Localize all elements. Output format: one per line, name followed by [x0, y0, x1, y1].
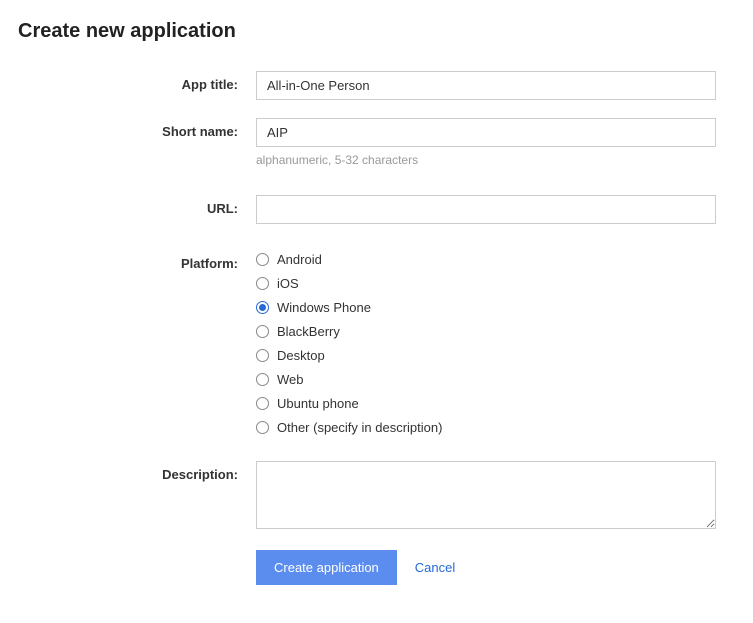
description-label: Description:	[18, 461, 256, 482]
create-application-button[interactable]: Create application	[256, 550, 397, 585]
platform-radio-group: Android iOS Windows Phone BlackBerry Desktop…	[256, 250, 716, 435]
page-title: Create new application	[18, 20, 735, 43]
platform-radio-ios[interactable]: iOS	[256, 276, 716, 291]
platform-radio-label: Android	[277, 252, 322, 267]
platform-radio-label: Ubuntu phone	[277, 396, 359, 411]
platform-radio-android[interactable]: Android	[256, 252, 716, 267]
platform-label: Platform:	[18, 250, 256, 271]
platform-radio-label: Desktop	[277, 348, 325, 363]
radio-icon	[256, 253, 269, 266]
platform-radio-desktop[interactable]: Desktop	[256, 348, 716, 363]
radio-icon	[256, 349, 269, 362]
platform-radio-blackberry[interactable]: BlackBerry	[256, 324, 716, 339]
platform-radio-label: iOS	[277, 276, 299, 291]
platform-radio-label: Windows Phone	[277, 300, 371, 315]
radio-icon	[256, 301, 269, 314]
app-title-label: App title:	[18, 71, 256, 92]
radio-icon	[256, 373, 269, 386]
platform-radio-label: Other (specify in description)	[277, 420, 442, 435]
app-title-input[interactable]	[256, 71, 716, 100]
platform-radio-label: Web	[277, 372, 304, 387]
url-input[interactable]	[256, 195, 716, 224]
radio-dot-icon	[259, 304, 266, 311]
short-name-label: Short name:	[18, 118, 256, 139]
radio-icon	[256, 397, 269, 410]
radio-icon	[256, 421, 269, 434]
radio-icon	[256, 325, 269, 338]
description-textarea[interactable]	[256, 461, 716, 529]
short-name-input[interactable]	[256, 118, 716, 147]
platform-radio-ubuntu-phone[interactable]: Ubuntu phone	[256, 396, 716, 411]
platform-radio-web[interactable]: Web	[256, 372, 716, 387]
cancel-link[interactable]: Cancel	[415, 560, 455, 575]
platform-radio-windows-phone[interactable]: Windows Phone	[256, 300, 716, 315]
radio-icon	[256, 277, 269, 290]
short-name-hint: alphanumeric, 5-32 characters	[256, 153, 716, 167]
platform-radio-other-specify-in-description[interactable]: Other (specify in description)	[256, 420, 716, 435]
platform-radio-label: BlackBerry	[277, 324, 340, 339]
url-label: URL:	[18, 195, 256, 216]
